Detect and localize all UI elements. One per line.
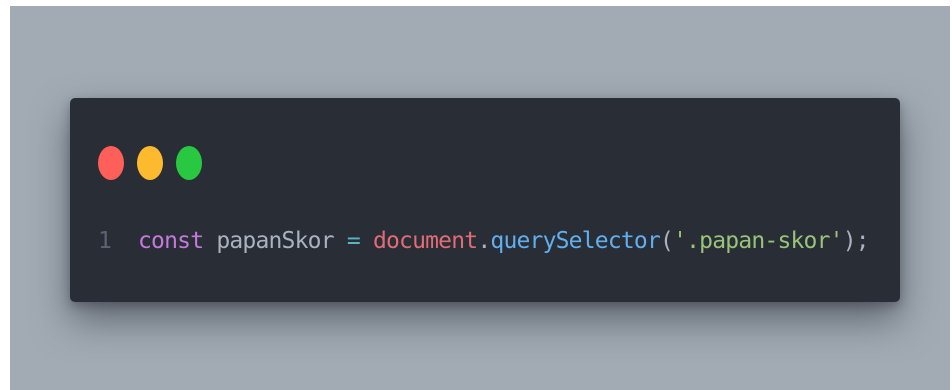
dot-token: . bbox=[477, 228, 491, 254]
maximize-dot-icon[interactable] bbox=[176, 146, 202, 180]
keyword-token: const bbox=[138, 228, 204, 254]
operator-token: = bbox=[346, 228, 361, 254]
close-paren-token: ); bbox=[842, 228, 870, 254]
open-paren-token: ( bbox=[660, 228, 674, 254]
code-window: 1 const papanSkor = document.querySelecto… bbox=[70, 98, 900, 302]
object-token: document bbox=[372, 228, 478, 254]
string-token: '.papan-skor' bbox=[673, 228, 843, 254]
minimize-dot-icon[interactable] bbox=[137, 146, 163, 180]
code-line: 1 const papanSkor = document.querySelecto… bbox=[98, 226, 870, 256]
method-token: querySelector bbox=[490, 228, 661, 254]
identifier-token: papanSkor bbox=[216, 228, 334, 254]
line-number: 1 bbox=[98, 228, 112, 254]
screenshot-background: 1 const papanSkor = document.querySelecto… bbox=[10, 6, 950, 390]
close-dot-icon[interactable] bbox=[98, 146, 124, 180]
window-controls bbox=[98, 146, 202, 180]
